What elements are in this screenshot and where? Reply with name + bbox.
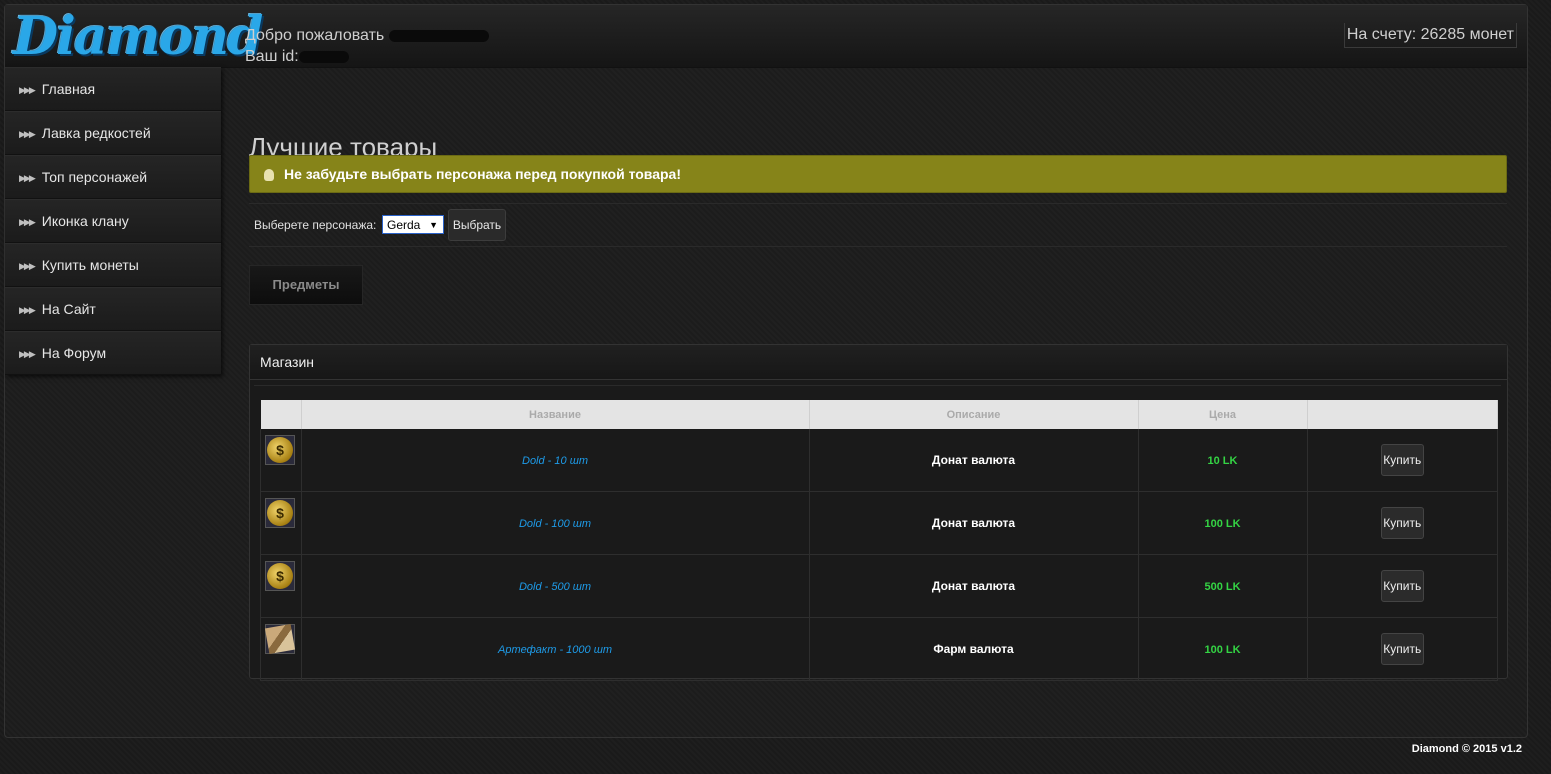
sidebar-item-top-characters[interactable]: ▶▶▶ Топ персонажей [5,155,221,199]
arrows-icon: ▶▶▶ [19,349,36,360]
top-bar: Diamond Добро пожаловать Ваш id: На счет… [5,5,1527,68]
item-price: 100 LK [1204,518,1241,530]
coin-icon: $ [265,435,295,465]
table-row: $ Dold - 10 шт Донат валюта 10 LK Купить [260,429,1498,492]
table-row: Артефакт - 1000 шт Фарм валюта 100 LK Ку… [260,617,1498,681]
sidebar-item-label: Купить монеты [41,257,139,273]
character-select-value: Gerda [387,218,421,232]
item-name[interactable]: Артефакт - 1000 шт [498,644,612,656]
welcome-text: Добро пожаловать [245,27,385,44]
balance-display: На счету: 26285 монет [1343,23,1517,48]
column-header-action [1307,400,1498,429]
select-character-button[interactable]: Выбрать [448,209,506,241]
buy-button[interactable]: Купить [1380,444,1424,476]
item-description: Донат валюта [931,453,1016,467]
sidebar-item-site[interactable]: ▶▶▶ На Сайт [5,287,221,331]
sidebar-item-buy-coins[interactable]: ▶▶▶ Купить монеты [5,243,221,287]
shop-panel: Магазин Название Описание Цена $ Dold - … [249,344,1508,681]
user-id-label: Ваш id: [245,48,299,65]
sidebar-item-home[interactable]: ▶▶▶ Главная [5,67,221,111]
character-select[interactable]: Gerda ▼ [382,215,444,234]
sidebar-item-rarities-shop[interactable]: ▶▶▶ Лавка редкостей [5,111,221,155]
sidebar-item-label: На Форум [41,345,107,361]
welcome-block: Добро пожаловать Ваш id: [245,25,489,67]
item-description: Фарм валюта [933,642,1014,656]
sidebar-item-label: Лавка редкостей [41,125,151,141]
arrows-icon: ▶▶▶ [19,85,36,96]
character-select-row: Выберете персонажа: Gerda ▼ Выбрать [249,203,1507,247]
sidebar: ▶▶▶ Главная ▶▶▶ Лавка редкостей ▶▶▶ Топ пер… [5,67,221,375]
column-header-price: Цена [1138,400,1308,429]
arrows-icon: ▶▶▶ [19,305,36,316]
redacted-user-id [298,50,349,63]
character-label: Выберете персонажа: [254,218,377,232]
sidebar-item-label: Иконка клану [41,213,129,229]
table-row: $ Dold - 500 шт Донат валюта 500 LK Купи… [260,554,1498,618]
sidebar-item-label: Главная [41,81,96,97]
sidebar-item-label: На Сайт [41,301,96,317]
column-header-icon [260,400,302,429]
item-price: 100 LK [1204,644,1241,656]
buy-button[interactable]: Купить [1380,570,1424,602]
main-frame: Diamond Добро пожаловать Ваш id: На счет… [4,4,1528,738]
item-name[interactable]: Dold - 500 шт [519,581,591,593]
sidebar-item-label: Топ персонажей [41,169,148,185]
buy-button[interactable]: Купить [1380,633,1424,665]
arrows-icon: ▶▶▶ [19,261,36,272]
shop-title: Магазин [250,345,1507,380]
redacted-username [388,29,489,42]
column-header-name: Название [301,400,810,429]
item-price: 10 LK [1207,455,1238,467]
coin-icon: $ [265,498,295,528]
arrows-icon: ▶▶▶ [19,217,36,228]
lightbulb-icon [264,169,274,182]
arrows-icon: ▶▶▶ [19,173,36,184]
coin-icon: $ [265,561,295,591]
item-description: Донат валюта [931,516,1016,530]
item-name[interactable]: Dold - 100 шт [519,518,591,530]
item-name[interactable]: Dold - 10 шт [522,455,588,467]
column-header-description: Описание [809,400,1139,429]
shop-content: Название Описание Цена $ Dold - 10 шт До… [254,385,1501,681]
table-row: $ Dold - 100 шт Донат валюта 100 LK Купи… [260,491,1498,555]
sidebar-item-forum[interactable]: ▶▶▶ На Форум [5,331,221,375]
footer-text: Diamond © 2015 v1.2 [1411,743,1522,755]
buy-button[interactable]: Купить [1380,507,1424,539]
tab-items[interactable]: Предметы [249,265,363,305]
item-price: 500 LK [1204,581,1241,593]
alert-banner: Не забудьте выбрать персонажа перед поку… [249,155,1507,193]
item-description: Донат валюта [931,579,1016,593]
sidebar-item-clan-icon[interactable]: ▶▶▶ Иконка клану [5,199,221,243]
alert-text: Не забудьте выбрать персонажа перед поку… [284,166,682,182]
logo[interactable]: Diamond [13,8,263,68]
shop-table: Название Описание Цена $ Dold - 10 шт До… [260,400,1498,681]
arrows-icon: ▶▶▶ [19,129,36,140]
scroll-icon [264,623,296,655]
dropdown-arrow-icon: ▼ [429,220,438,230]
